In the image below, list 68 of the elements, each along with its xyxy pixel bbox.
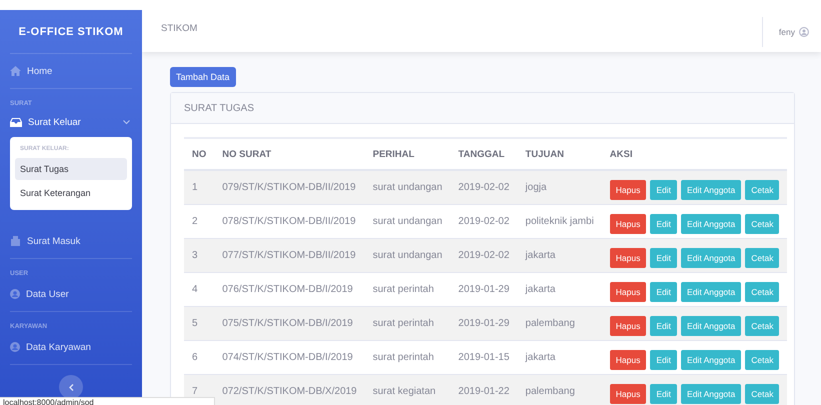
- table-cell: jakarta: [517, 238, 602, 272]
- action-button[interactable]: Cetak: [745, 316, 780, 336]
- table-cell: jogja: [517, 170, 602, 204]
- action-button[interactable]: Cetak: [745, 180, 780, 200]
- sidebar-toggle-button[interactable]: [59, 375, 83, 399]
- action-button[interactable]: Cetak: [745, 248, 780, 268]
- action-button[interactable]: Edit Anggota: [681, 316, 742, 336]
- action-button[interactable]: Edit Anggota: [681, 214, 742, 234]
- action-button[interactable]: Edit Anggota: [681, 282, 742, 302]
- table-cell: 2019-01-22: [450, 374, 518, 405]
- action-button[interactable]: Cetak: [745, 214, 780, 234]
- table-cell: surat perintah: [364, 306, 450, 340]
- user-circle-icon: [799, 27, 809, 37]
- delete-button[interactable]: Hapus: [610, 282, 646, 302]
- table-cell: 2019-01-29: [450, 306, 518, 340]
- status-url: localhost:8000/admin/sod: [0, 397, 215, 405]
- action-button[interactable]: Edit: [650, 316, 678, 336]
- table-cell: 077/ST/K/STIKOM-DB/II/2019: [214, 238, 365, 272]
- action-button[interactable]: Edit Anggota: [681, 180, 742, 200]
- brand-title: E-OFFICE STIKOM: [18, 24, 124, 40]
- user-circle-icon: [10, 289, 20, 299]
- building-icon: [10, 236, 21, 246]
- table-cell: palembang: [517, 306, 602, 340]
- action-button[interactable]: Edit Anggota: [681, 384, 742, 404]
- card-title: SURAT TUGAS: [184, 102, 254, 114]
- action-button[interactable]: Edit Anggota: [681, 248, 742, 268]
- action-button[interactable]: Edit: [650, 350, 678, 370]
- action-button[interactable]: Edit: [650, 180, 678, 200]
- action-button[interactable]: Cetak: [745, 282, 780, 302]
- submenu-item[interactable]: Surat Keterangan: [15, 182, 127, 204]
- action-button[interactable]: Edit: [650, 384, 678, 404]
- submenu-item[interactable]: Surat Tugas: [15, 158, 127, 180]
- delete-button[interactable]: Hapus: [610, 248, 646, 268]
- sidebar-item[interactable]: Home: [27, 66, 52, 76]
- table-cell: 2019-02-02: [450, 238, 518, 272]
- page-title: STIKOM: [161, 23, 198, 34]
- delete-button[interactable]: Hapus: [610, 214, 646, 234]
- action-button[interactable]: Cetak: [745, 384, 780, 404]
- delete-button[interactable]: Hapus: [610, 316, 646, 336]
- delete-button[interactable]: Hapus: [610, 384, 646, 404]
- table-cell: 072/ST/K/STIKOM-DB/X/2019: [214, 374, 365, 405]
- table-cell: 075/ST/K/STIKOM-DB/I/2019: [214, 306, 365, 340]
- table-cell: surat undangan: [364, 170, 450, 204]
- table-cell: 2019-02-02: [450, 170, 518, 204]
- table-cell: surat kegiatan: [364, 374, 450, 405]
- action-button[interactable]: Edit Anggota: [681, 350, 742, 370]
- sidebar-item[interactable]: Surat Masuk: [27, 236, 80, 246]
- table-cell: palembang: [517, 374, 602, 405]
- table-cell: 079/ST/K/STIKOM-DB/II/2019: [214, 170, 365, 204]
- user-name[interactable]: feny: [778, 27, 795, 37]
- action-button[interactable]: Cetak: [745, 350, 780, 370]
- sidebar-item[interactable]: Data User: [26, 288, 69, 300]
- table-cell: 1: [184, 170, 214, 204]
- home-icon: [10, 66, 21, 76]
- user-circle-icon: [10, 342, 20, 352]
- add-data-button[interactable]: Tambah Data: [170, 67, 236, 87]
- inbox-icon: [10, 118, 22, 126]
- table-cell: 3: [184, 238, 214, 272]
- action-button[interactable]: Edit: [650, 248, 678, 268]
- delete-button[interactable]: Hapus: [610, 350, 646, 370]
- sidebar-item[interactable]: Data Karyawan: [26, 342, 91, 352]
- table-cell: surat undangan: [364, 238, 450, 272]
- action-button[interactable]: Edit: [650, 214, 678, 234]
- delete-button[interactable]: Hapus: [610, 180, 646, 200]
- chevron-left-icon: [68, 384, 74, 390]
- action-button[interactable]: Edit: [650, 282, 678, 302]
- sidebar-item[interactable]: Surat Keluar: [28, 116, 81, 128]
- table-cell: 5: [184, 306, 214, 340]
